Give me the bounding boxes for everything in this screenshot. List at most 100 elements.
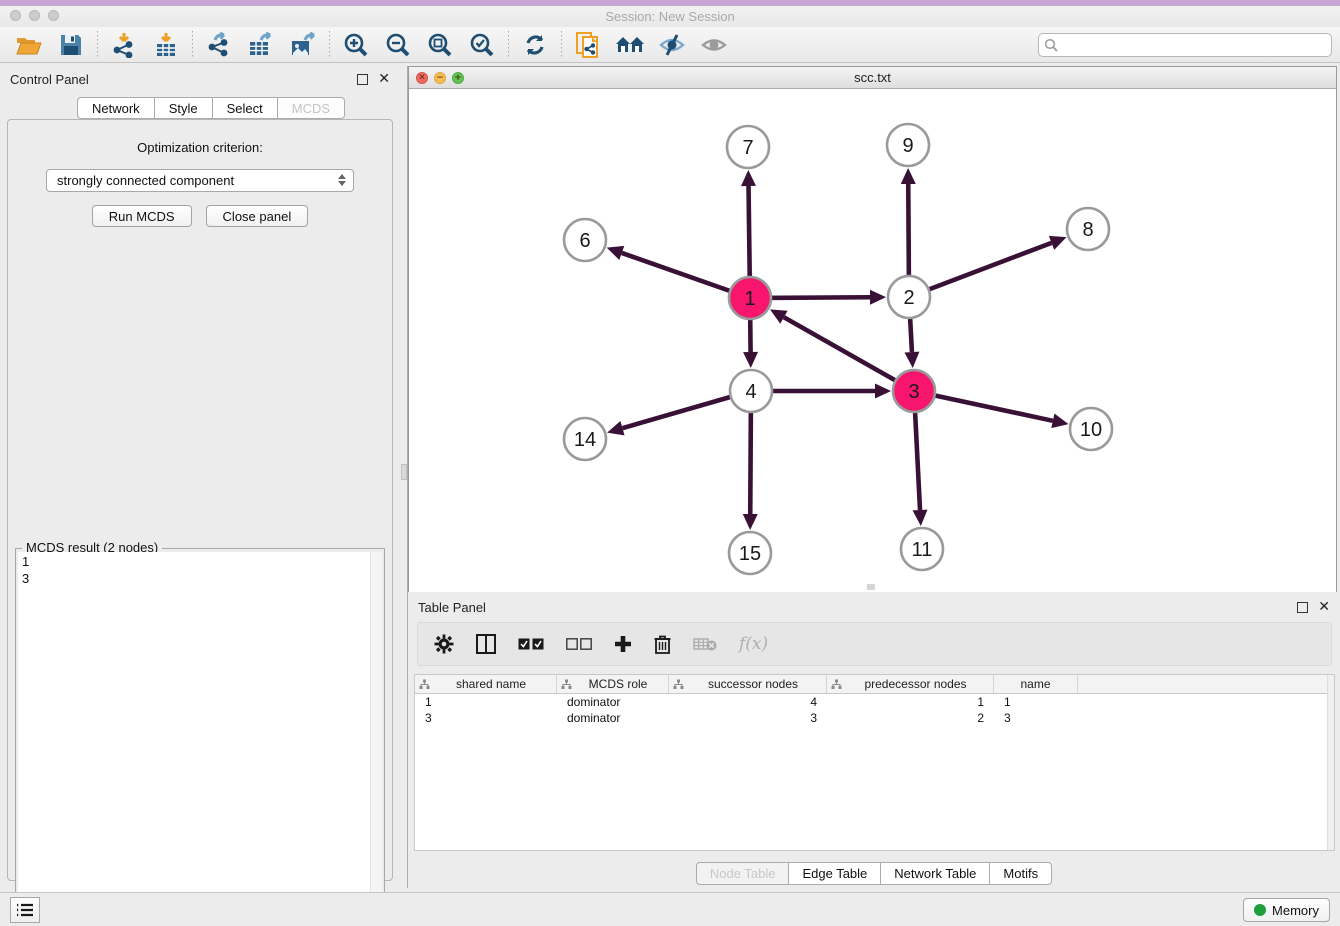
node-table-body: 1dominator4113dominator323: [415, 694, 1334, 726]
import-network-icon: [111, 32, 137, 58]
node-11[interactable]: 11: [901, 528, 943, 570]
table-cell[interactable]: dominator: [557, 694, 669, 710]
deselect-all-button[interactable]: [566, 638, 592, 651]
table-cell[interactable]: 4: [669, 694, 827, 710]
select-all-button[interactable]: [518, 638, 544, 651]
column-header-predecessor-nodes[interactable]: predecessor nodes: [827, 675, 994, 693]
tab-node-table[interactable]: Node Table: [696, 862, 789, 885]
mcds-result-text[interactable]: 1 3: [18, 552, 370, 922]
import-network-button[interactable]: [107, 30, 141, 60]
network-minimize-icon[interactable]: −: [434, 72, 446, 84]
node-9[interactable]: 9: [887, 124, 929, 166]
search-input[interactable]: [1038, 33, 1332, 57]
zoom-out-button[interactable]: [381, 30, 415, 60]
column-label: predecessor nodes: [842, 677, 989, 691]
node-15[interactable]: 15: [729, 532, 771, 574]
network-close-icon[interactable]: ✕: [416, 72, 428, 84]
criterion-dropdown[interactable]: strongly connected component: [46, 169, 354, 192]
memory-button[interactable]: Memory: [1243, 898, 1330, 922]
column-header-MCDS-role[interactable]: MCDS role: [557, 675, 669, 693]
float-panel-icon[interactable]: [357, 74, 368, 85]
close-panel-button[interactable]: Close panel: [206, 205, 309, 227]
split-panel-icon: [476, 634, 496, 654]
column-header-successor-nodes[interactable]: successor nodes: [669, 675, 827, 693]
zoom-in-button[interactable]: [339, 30, 373, 60]
run-mcds-button[interactable]: Run MCDS: [92, 205, 192, 227]
node-6[interactable]: 6: [564, 219, 606, 261]
column-header-name[interactable]: name: [994, 675, 1078, 693]
node-1[interactable]: 1: [729, 277, 771, 319]
task-history-button[interactable]: [10, 897, 40, 923]
export-network-button[interactable]: [202, 30, 236, 60]
table-scrollbar[interactable]: [1327, 675, 1334, 850]
table-cell[interactable]: dominator: [557, 710, 669, 726]
add-column-button[interactable]: [614, 635, 632, 653]
float-table-panel-icon[interactable]: [1297, 602, 1308, 613]
network-scroll-thumb[interactable]: [867, 584, 875, 590]
bird-eye-view-button[interactable]: [697, 30, 731, 60]
hide-panels-button[interactable]: [655, 30, 689, 60]
close-table-panel-icon[interactable]: ✕: [1318, 600, 1330, 614]
delete-row-button[interactable]: [654, 634, 671, 654]
function-builder-button[interactable]: f(x): [739, 634, 768, 654]
tab-style[interactable]: Style: [154, 97, 212, 119]
node-8[interactable]: 8: [1067, 208, 1109, 250]
import-table-button[interactable]: [149, 30, 183, 60]
apply-layout-button[interactable]: [518, 30, 552, 60]
node-2[interactable]: 2: [888, 276, 930, 318]
tab-edge-table[interactable]: Edge Table: [788, 862, 880, 885]
table-row[interactable]: 3dominator323: [415, 710, 1334, 726]
table-cell[interactable]: 3: [669, 710, 827, 726]
node-7[interactable]: 7: [727, 126, 769, 168]
tab-network[interactable]: Network: [77, 97, 154, 119]
tab-motifs[interactable]: Motifs: [989, 862, 1052, 885]
node-14[interactable]: 14: [564, 418, 606, 460]
divider-thumb[interactable]: [401, 464, 407, 480]
export-table-button[interactable]: [244, 30, 278, 60]
zoom-fit-button[interactable]: [423, 30, 457, 60]
zoom-selected-button[interactable]: [465, 30, 499, 60]
window-controls-inactive[interactable]: [10, 10, 59, 21]
node-10[interactable]: 10: [1070, 408, 1112, 450]
edge-2-8[interactable]: [909, 236, 1066, 297]
result-scrollbar[interactable]: [370, 552, 382, 922]
network-maximize-icon[interactable]: +: [452, 72, 464, 84]
open-session-button[interactable]: [12, 30, 46, 60]
minimize-window-icon[interactable]: [29, 10, 40, 21]
tab-network-table[interactable]: Network Table: [880, 862, 989, 885]
close-panel-icon[interactable]: ✕: [378, 72, 390, 86]
table-cell[interactable]: 1: [994, 694, 1078, 710]
table-cell[interactable]: 1: [415, 694, 557, 710]
panel-divider[interactable]: [400, 66, 408, 888]
table-cell[interactable]: 2: [827, 710, 994, 726]
tab-mcds[interactable]: MCDS: [277, 97, 345, 119]
edge-4-14[interactable]: [607, 391, 751, 435]
split-panel-button[interactable]: [476, 634, 496, 654]
node-3[interactable]: 3: [893, 370, 935, 412]
maximize-window-icon[interactable]: [48, 10, 59, 21]
home-button[interactable]: [613, 30, 647, 60]
node-4[interactable]: 4: [730, 370, 772, 412]
edge-1-6[interactable]: [607, 246, 750, 298]
table-cell[interactable]: 1: [827, 694, 994, 710]
edge-3-1[interactable]: [770, 309, 914, 391]
delete-column-button[interactable]: [693, 637, 717, 651]
zoom-out-icon: [385, 32, 411, 58]
control-panel-header: Control Panel ✕: [0, 66, 400, 92]
tab-select[interactable]: Select: [212, 97, 277, 119]
table-cell[interactable]: 3: [994, 710, 1078, 726]
dropdown-stepper-icon: [338, 174, 346, 186]
table-row[interactable]: 1dominator411: [415, 694, 1334, 710]
table-cell[interactable]: 3: [415, 710, 557, 726]
zoom-selected-icon: [469, 32, 495, 58]
edge-3-10[interactable]: [914, 391, 1069, 428]
column-header-shared-name[interactable]: shared name: [415, 675, 557, 693]
close-window-icon[interactable]: [10, 10, 21, 21]
network-file-share-button[interactable]: [571, 30, 605, 60]
network-canvas[interactable]: 1 2 3 4 6 7 8 9 10 11 14 15: [409, 90, 1336, 592]
network-window-titlebar[interactable]: ✕ − + scc.txt: [409, 67, 1336, 89]
export-image-button[interactable]: [286, 30, 320, 60]
save-session-button[interactable]: [54, 30, 88, 60]
table-settings-button[interactable]: [434, 634, 454, 654]
table-panel: Table Panel ✕: [408, 594, 1340, 888]
